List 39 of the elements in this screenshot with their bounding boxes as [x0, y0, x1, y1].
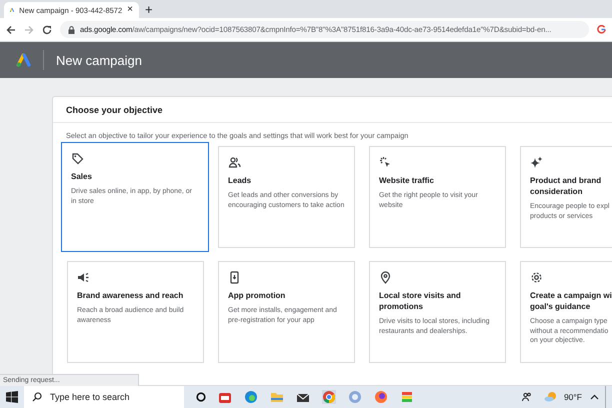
megaphone-icon: [77, 271, 90, 284]
page-title: New campaign: [56, 52, 142, 68]
taskbar-search-field[interactable]: Type here to search: [24, 386, 184, 408]
folder-icon[interactable]: [270, 390, 284, 404]
chrome-icon[interactable]: [322, 390, 336, 404]
google-icon: [597, 25, 606, 34]
tile-title: Product and brand consideration: [530, 175, 602, 197]
tile-title: Create a campaign wi goal's guidance: [530, 290, 612, 312]
app-icon[interactable]: [218, 390, 232, 404]
browser-icon[interactable]: [244, 390, 258, 404]
logo-icon: [10, 5, 14, 15]
card-title: Choose your objective: [53, 97, 612, 123]
close-tab-button[interactable]: ×: [127, 5, 133, 15]
cursor-icon: [379, 156, 392, 169]
firefox-icon[interactable]: [374, 390, 388, 404]
tile-title: App promotion: [228, 290, 286, 301]
stack-icon[interactable]: [400, 390, 414, 404]
people-icon: [228, 156, 241, 169]
pin-icon: [379, 271, 392, 284]
tag-icon: [71, 152, 84, 165]
circle-icon[interactable]: [196, 392, 206, 402]
people-icon[interactable]: [522, 392, 532, 402]
logo-icon: [16, 53, 32, 67]
new-tab-button[interactable]: +: [139, 2, 159, 18]
back-icon[interactable]: [6, 24, 16, 34]
tile-title: Brand awareness and reach: [77, 290, 184, 301]
temperature-text: 90°F: [564, 392, 582, 402]
search-icon: [32, 392, 42, 402]
chevron-up-icon[interactable]: [590, 394, 599, 400]
gear-icon: [530, 271, 543, 284]
windows-start-icon[interactable]: [6, 391, 18, 403]
reload-icon[interactable]: [42, 24, 52, 34]
lock-icon: [68, 26, 75, 34]
phone-icon: [228, 271, 241, 284]
tile-title: Website traffic: [379, 175, 434, 186]
tile-title: Leads: [228, 175, 252, 186]
tile-title: Sales: [71, 171, 92, 182]
tile-title: Local store visits and promotions: [379, 290, 462, 312]
sparkle-icon: [530, 156, 543, 169]
